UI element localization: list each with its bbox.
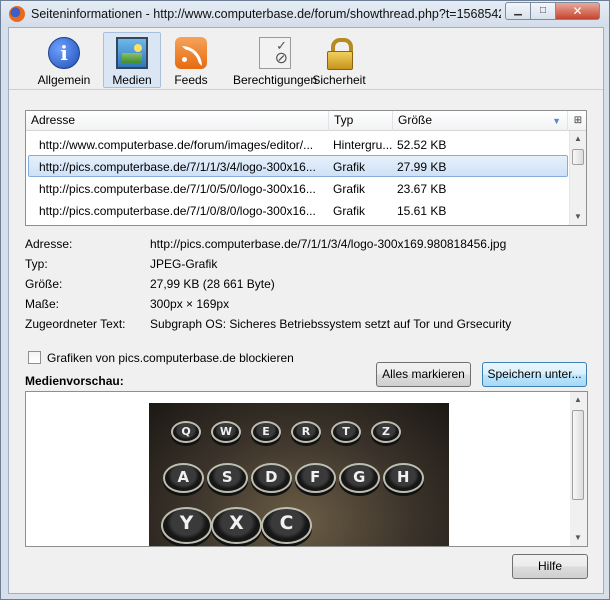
cell-type: Grafik [333,160,366,174]
preview-scrollbar[interactable]: ▲ ▼ [570,392,587,546]
typewriter-key: Q [171,421,201,443]
help-button[interactable]: Hilfe [512,554,588,579]
block-images-checkbox[interactable] [28,351,41,364]
cell-type: Grafik [333,204,366,218]
dialog-content: Allgemein Medien Feeds Berechtigungen Si… [8,27,604,594]
tab-label: Sicherheit [312,73,366,87]
scrollbar-thumb[interactable] [572,149,584,165]
detail-label: Größe: [25,277,63,291]
minimize-button[interactable]: ▁ [505,2,531,20]
page-info-tabs: Allgemein Medien Feeds Berechtigungen Si… [9,28,603,90]
cell-size: 15.61 KB [397,204,447,218]
scroll-down-arrow-icon[interactable]: ▼ [570,209,586,225]
typewriter-key: S [207,463,248,493]
tab-label: Feeds [174,73,208,87]
scroll-up-arrow-icon[interactable]: ▲ [570,392,586,408]
tab-general[interactable]: Allgemein [29,32,99,88]
scroll-down-arrow-icon[interactable]: ▼ [570,530,586,546]
cell-type: Grafik [333,182,366,196]
column-header-type[interactable]: Typ [329,111,393,131]
table-row[interactable]: http://pics.computerbase.de/7/1/0/5/0/lo… [28,177,568,199]
maximize-button[interactable]: □ [530,2,556,20]
info-icon [48,37,80,69]
title-bar[interactable]: Seiteninformationen - http://www.compute… [1,1,609,27]
typewriter-key: X [211,507,262,545]
typewriter-key: F [295,463,336,493]
media-icon [116,37,148,69]
column-header-address[interactable]: Adresse [26,111,329,131]
window-title: Seiteninformationen - http://www.compute… [31,7,501,21]
padlock-icon [323,37,355,70]
table-row[interactable]: http://pics.computerbase.de/7/1/0/8/0/lo… [28,199,568,221]
typewriter-key: C [261,507,312,545]
scroll-up-arrow-icon[interactable]: ▲ [570,131,586,147]
detail-label: Adresse: [25,237,73,251]
tab-media[interactable]: Medien [103,32,161,88]
column-picker-icon[interactable]: ⊞ [570,111,586,131]
detail-label: Typ: [25,257,48,271]
page-info-window: Seiteninformationen - http://www.compute… [0,0,610,600]
typewriter-key: D [251,463,292,493]
permissions-icon [259,37,291,69]
scrollbar-thumb[interactable] [572,410,584,500]
typewriter-key: G [339,463,380,493]
preview-image: QWERTZ ASDFGH YXC [149,403,449,546]
typewriter-key: E [251,421,281,443]
detail-value: 300px × 169px [150,297,230,311]
tab-feeds[interactable]: Feeds [164,32,218,88]
detail-value: http://pics.computerbase.de/7/1/1/3/4/lo… [150,237,507,251]
tab-label: Allgemein [37,73,91,87]
close-button[interactable]: ✕ [555,2,600,20]
typewriter-key: Y [161,507,212,545]
detail-value: 27,99 KB (28 661 Byte) [150,277,275,291]
typewriter-key: A [163,463,204,493]
cell-size: 52.52 KB [397,138,447,152]
media-rows: http://www.computerbase.de/forum/images/… [28,133,568,221]
detail-label: Maße: [25,297,60,311]
column-header-size[interactable]: Größe ▼ [393,111,568,131]
rss-feed-icon [175,37,207,69]
table-row-selected[interactable]: http://pics.computerbase.de/7/1/1/3/4/lo… [28,155,568,177]
cell-type: Hintergru... [333,138,393,152]
tab-security[interactable]: Sicherheit [297,32,381,88]
block-images-label: Grafiken von pics.computerbase.de blocki… [47,351,294,365]
list-header: Adresse Typ Größe ▼ ⊞ [26,111,586,131]
typewriter-key: T [331,421,361,443]
detail-value: Subgraph OS: Sicheres Betriebssystem set… [150,317,512,331]
cell-address: http://pics.computerbase.de/7/1/0/5/0/lo… [39,182,316,196]
sort-descending-icon: ▼ [552,116,561,126]
typewriter-key: H [383,463,424,493]
media-list[interactable]: Adresse Typ Größe ▼ ⊞ http://www.compute… [25,110,587,226]
list-scrollbar[interactable]: ▲ ▼ [569,131,586,225]
typewriter-key: R [291,421,321,443]
block-images-checkbox-row[interactable]: Grafiken von pics.computerbase.de blocki… [28,351,294,365]
media-preview-label: Medienvorschau: [25,374,124,388]
table-row[interactable]: http://www.computerbase.de/forum/images/… [28,133,568,155]
select-all-button[interactable]: Alles markieren [376,362,471,387]
cell-size: 27.99 KB [397,160,447,174]
firefox-logo-icon [9,6,25,22]
typewriter-key: W [211,421,241,443]
detail-label: Zugeordneter Text: [25,317,126,331]
typewriter-key: Z [371,421,401,443]
column-header-size-label: Größe [398,113,433,127]
media-preview-pane: QWERTZ ASDFGH YXC ▲ ▼ [25,391,588,547]
cell-size: 23.67 KB [397,182,447,196]
tab-label: Medien [112,73,152,87]
save-as-button[interactable]: Speichern unter... [482,362,587,387]
cell-address: http://pics.computerbase.de/7/1/0/8/0/lo… [39,204,316,218]
detail-value: JPEG-Grafik [150,257,218,271]
cell-address: http://pics.computerbase.de/7/1/1/3/4/lo… [39,160,316,174]
cell-address: http://www.computerbase.de/forum/images/… [39,138,314,152]
